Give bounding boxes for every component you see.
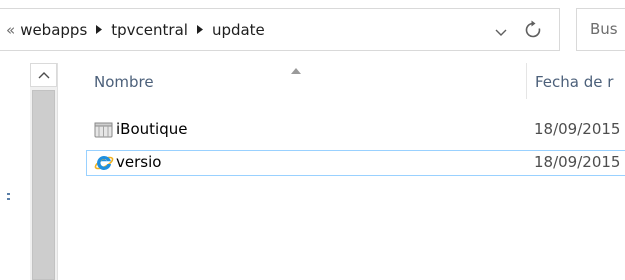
breadcrumb-item-update[interactable]: update xyxy=(212,21,265,39)
chevron-right-icon[interactable] xyxy=(96,25,103,34)
navigation-pane-fragment xyxy=(7,193,10,201)
breadcrumb-item-webapps[interactable]: webapps xyxy=(20,21,87,39)
refresh-icon[interactable] xyxy=(524,20,542,40)
scroll-up-button[interactable] xyxy=(30,63,57,87)
folder-icon xyxy=(94,120,113,139)
column-divider[interactable] xyxy=(526,63,527,99)
file-name: versio xyxy=(116,153,162,171)
column-header-name[interactable]: Nombre xyxy=(94,73,154,91)
file-row-versio[interactable]: versio 18/09/2015 xyxy=(86,150,625,176)
address-bar[interactable]: « webapps tpvcentral update xyxy=(0,8,560,51)
file-date: 18/09/2015 xyxy=(534,120,621,138)
breadcrumb-item-tpvcentral[interactable]: tpvcentral xyxy=(111,21,188,39)
column-header-date[interactable]: Fecha de r xyxy=(535,73,613,91)
chevron-up-icon xyxy=(38,72,50,79)
column-header-row: Nombre Fecha de r xyxy=(58,63,625,99)
file-name: iBoutique xyxy=(116,120,188,138)
internet-explorer-icon xyxy=(94,153,114,172)
navigation-pane-scrollbar[interactable] xyxy=(30,63,58,280)
breadcrumb: « webapps tpvcentral update xyxy=(6,9,265,50)
file-row-iboutique[interactable]: iBoutique 18/09/2015 xyxy=(86,117,625,143)
file-date: 18/09/2015 xyxy=(534,153,621,171)
search-input[interactable]: Bus xyxy=(576,8,625,51)
chevron-right-icon[interactable] xyxy=(196,25,203,34)
breadcrumb-overflow-button[interactable]: « xyxy=(6,21,15,39)
sort-ascending-icon xyxy=(290,60,302,74)
scroll-thumb[interactable] xyxy=(32,90,55,280)
chevron-down-icon[interactable] xyxy=(494,24,508,36)
search-placeholder: Bus xyxy=(590,20,618,38)
